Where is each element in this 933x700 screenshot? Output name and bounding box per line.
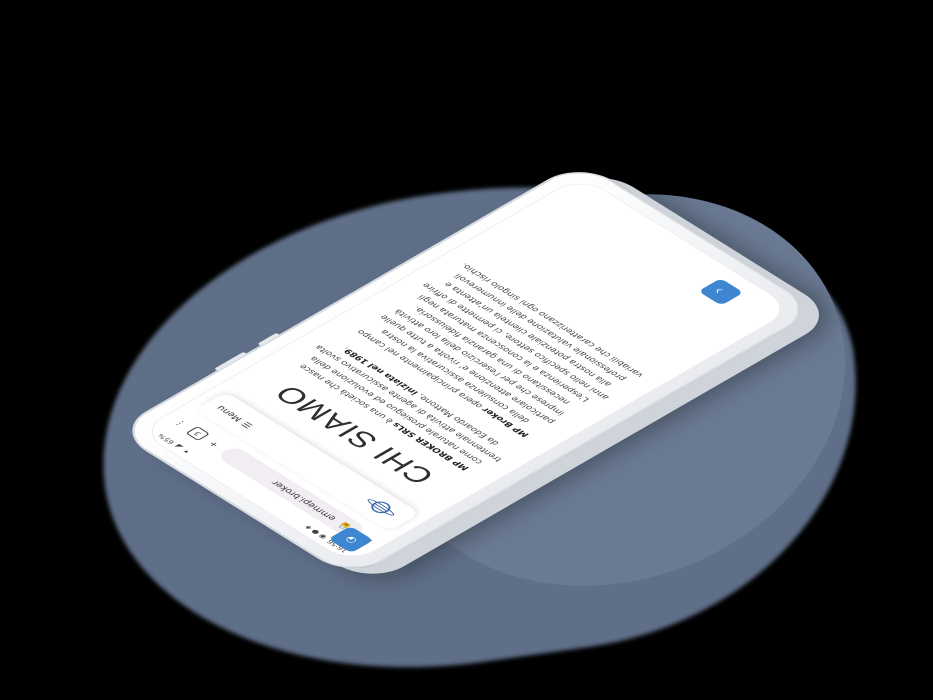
chat-icon: ◔ [342, 534, 360, 545]
site-logo[interactable] [357, 493, 404, 522]
phone-body: 16:56 ◉ ● ◈ ▾ ◢ 65% ⌂ 🔒 emmepi.broker [112, 160, 820, 580]
signal-icon: ◢ [173, 443, 185, 451]
tab-switcher-button[interactable]: 3 [185, 426, 210, 441]
menu-button[interactable]: ☰ Menu [215, 404, 256, 429]
menu-label: Menu [214, 403, 246, 423]
phone-mockup: 16:56 ◉ ● ◈ ▾ ◢ 65% ⌂ 🔒 emmepi.broker [0, 0, 933, 700]
more-menu-icon[interactable]: ⋮ [172, 418, 189, 428]
new-tab-button[interactable]: + [207, 439, 222, 448]
hamburger-icon: ☰ [240, 419, 256, 430]
chevron-up-icon: ^ [711, 285, 731, 298]
logo-globe-icon [367, 499, 395, 516]
page-body: CHI SIAMO MP BROKER SRLs è una società c… [222, 240, 682, 516]
wifi-icon: ▾ [181, 448, 192, 455]
